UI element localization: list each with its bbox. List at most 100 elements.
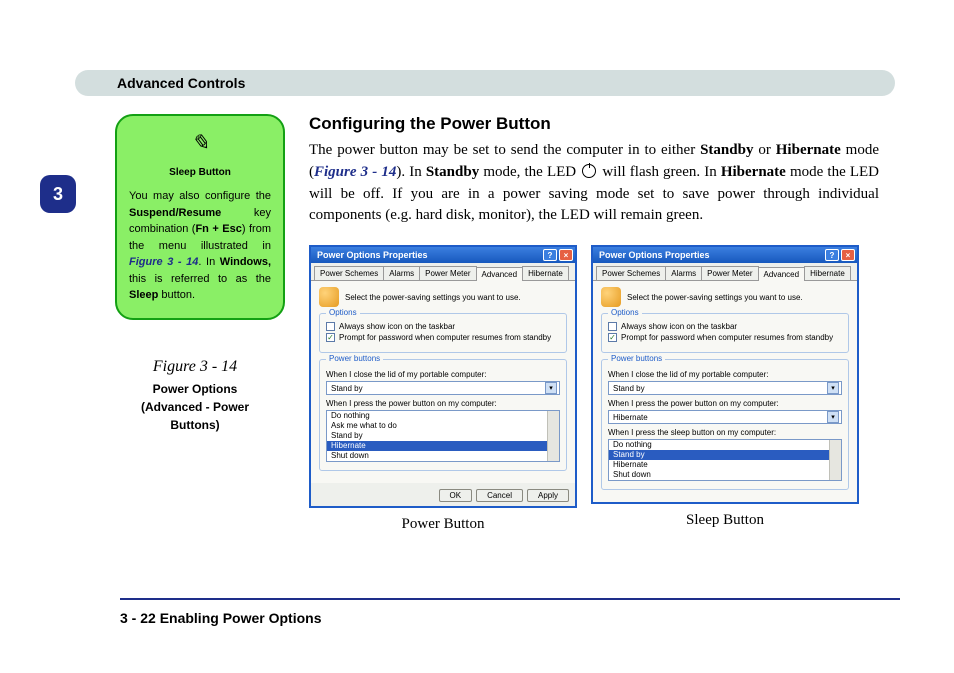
text: Buttons)	[170, 418, 219, 432]
tab-hibernate[interactable]: Hibernate	[522, 266, 569, 280]
dialog-body: Select the power-saving settings you wan…	[593, 281, 857, 502]
list-item[interactable]: Stand by	[327, 431, 559, 441]
figure-ref: Figure 3 - 14	[314, 164, 396, 180]
combo-value: Stand by	[331, 384, 363, 393]
checkbox-icon: ✓	[326, 333, 335, 342]
checkbox-taskbar[interactable]: Always show icon on the taskbar	[326, 322, 560, 331]
apply-button[interactable]: Apply	[527, 489, 569, 502]
titlebar[interactable]: Power Options Properties ? ×	[593, 247, 857, 263]
dialog-caption: Sleep Button	[591, 512, 859, 529]
left-column: ✎ Sleep Button You may also configure th…	[75, 114, 285, 533]
checkbox-label: Prompt for password when computer resume…	[621, 333, 833, 342]
tab-alarms[interactable]: Alarms	[665, 266, 702, 280]
label-lid: When I close the lid of my portable comp…	[608, 370, 842, 379]
list-item[interactable]: Do nothing	[609, 440, 841, 450]
combo-value: Hibernate	[613, 413, 648, 422]
intro-row: Select the power-saving settings you wan…	[601, 287, 849, 307]
note-body: You may also configure the Suspend/Resum…	[129, 188, 271, 304]
combo-power-button[interactable]: Hibernate ▾	[608, 410, 842, 424]
tab-advanced[interactable]: Advanced	[758, 267, 806, 281]
ok-button[interactable]: OK	[439, 489, 473, 502]
tab-hibernate[interactable]: Hibernate	[804, 266, 851, 280]
text: Power Options	[153, 382, 238, 396]
scrollbar[interactable]	[547, 411, 559, 461]
text: (Advanced - Power	[141, 400, 249, 414]
label-lid: When I close the lid of my portable comp…	[326, 370, 560, 379]
tabs: Power Schemes Alarms Power Meter Advance…	[311, 263, 575, 281]
text: Suspend/Resume	[129, 207, 221, 219]
intro-text: Select the power-saving settings you wan…	[345, 293, 521, 302]
close-icon[interactable]: ×	[559, 249, 573, 261]
text: mode, the LED	[479, 164, 580, 180]
help-icon[interactable]: ?	[543, 249, 557, 261]
list-item[interactable]: Hibernate	[609, 460, 841, 470]
checkbox-label: Prompt for password when computer resume…	[339, 333, 551, 342]
figure-caption: Figure 3 - 14 Power Options (Advanced - …	[95, 358, 295, 434]
label-sleep-button: When I press the sleep button on my comp…	[608, 428, 842, 437]
tab-power-meter[interactable]: Power Meter	[419, 266, 476, 280]
checkbox-icon	[326, 322, 335, 331]
combo-lid[interactable]: Stand by▾	[326, 381, 560, 395]
listbox-sleep-button[interactable]: Do nothing Stand by Hibernate Shut down	[608, 439, 842, 481]
combo-lid[interactable]: Stand by▾	[608, 381, 842, 395]
checkbox-label: Always show icon on the taskbar	[339, 322, 455, 331]
text: this is referred to as the	[129, 273, 271, 285]
list-item[interactable]: Do nothing	[327, 411, 559, 421]
text: ). In	[396, 164, 425, 180]
dialog-row: Power Options Properties ? × Power Schem…	[309, 245, 879, 533]
text: Standby	[426, 164, 479, 180]
figure-title: Figure 3 - 14	[95, 358, 295, 376]
list-item[interactable]: Shut down	[609, 470, 841, 480]
tab-power-schemes[interactable]: Power Schemes	[596, 266, 666, 280]
right-column: Configuring the Power Button The power b…	[309, 114, 879, 533]
list-item[interactable]: Shut down	[327, 451, 559, 461]
text: You may also configure the	[129, 190, 271, 202]
list-item[interactable]: Hibernate	[327, 441, 559, 451]
groupbox-title: Power buttons	[326, 354, 383, 363]
battery-icon	[601, 287, 621, 307]
help-icon[interactable]: ?	[825, 249, 839, 261]
battery-icon	[319, 287, 339, 307]
text: Windows,	[220, 256, 271, 268]
listbox-power-button[interactable]: Do nothing Ask me what to do Stand by Hi…	[326, 410, 560, 462]
tab-advanced[interactable]: Advanced	[476, 267, 524, 281]
window-title: Power Options Properties	[317, 250, 428, 260]
groupbox-options: Options Always show icon on the taskbar …	[319, 313, 567, 353]
note-box: ✎ Sleep Button You may also configure th…	[115, 114, 285, 320]
list-item[interactable]: Stand by	[609, 450, 841, 460]
titlebar[interactable]: Power Options Properties ? ×	[311, 247, 575, 263]
checkbox-icon: ✓	[608, 333, 617, 342]
groupbox-title: Options	[608, 308, 642, 317]
close-icon[interactable]: ×	[841, 249, 855, 261]
groupbox-title: Power buttons	[608, 354, 665, 363]
tab-alarms[interactable]: Alarms	[383, 266, 420, 280]
tab-power-meter[interactable]: Power Meter	[701, 266, 758, 280]
power-options-dialog-sleep-button: Power Options Properties ? × Power Schem…	[591, 245, 859, 504]
groupbox-options: Options Always show icon on the taskbar …	[601, 313, 849, 353]
text: or	[753, 142, 775, 158]
figure-ref: Figure 3 - 14	[129, 256, 198, 268]
page: Advanced Controls ✎ Sleep Button You may…	[75, 70, 905, 533]
text: will flash green. In	[598, 164, 721, 180]
groupbox-power-buttons: Power buttons When I close the lid of my…	[319, 359, 567, 471]
checkbox-icon	[608, 322, 617, 331]
chapter-tab: 3	[40, 175, 76, 213]
checkbox-taskbar[interactable]: Always show icon on the taskbar	[608, 322, 842, 331]
list-item[interactable]: Ask me what to do	[327, 421, 559, 431]
cancel-button[interactable]: Cancel	[476, 489, 523, 502]
window-title: Power Options Properties	[599, 250, 710, 260]
text: Fn + Esc	[195, 223, 241, 235]
pencil-icon: ✎	[129, 126, 271, 159]
scrollbar[interactable]	[829, 440, 841, 480]
power-options-dialog-power-button: Power Options Properties ? × Power Schem…	[309, 245, 577, 508]
intro-row: Select the power-saving settings you wan…	[319, 287, 567, 307]
groupbox-title: Options	[326, 308, 360, 317]
dialog-wrapper: Power Options Properties ? × Power Schem…	[591, 245, 859, 533]
dialog-wrapper: Power Options Properties ? × Power Schem…	[309, 245, 577, 533]
chevron-down-icon: ▾	[827, 411, 839, 423]
checkbox-prompt[interactable]: ✓ Prompt for password when computer resum…	[326, 333, 560, 342]
footer: 3 - 22 Enabling Power Options	[120, 598, 900, 626]
checkbox-prompt[interactable]: ✓ Prompt for password when computer resum…	[608, 333, 842, 342]
tab-power-schemes[interactable]: Power Schemes	[314, 266, 384, 280]
text: Sleep	[129, 289, 158, 301]
